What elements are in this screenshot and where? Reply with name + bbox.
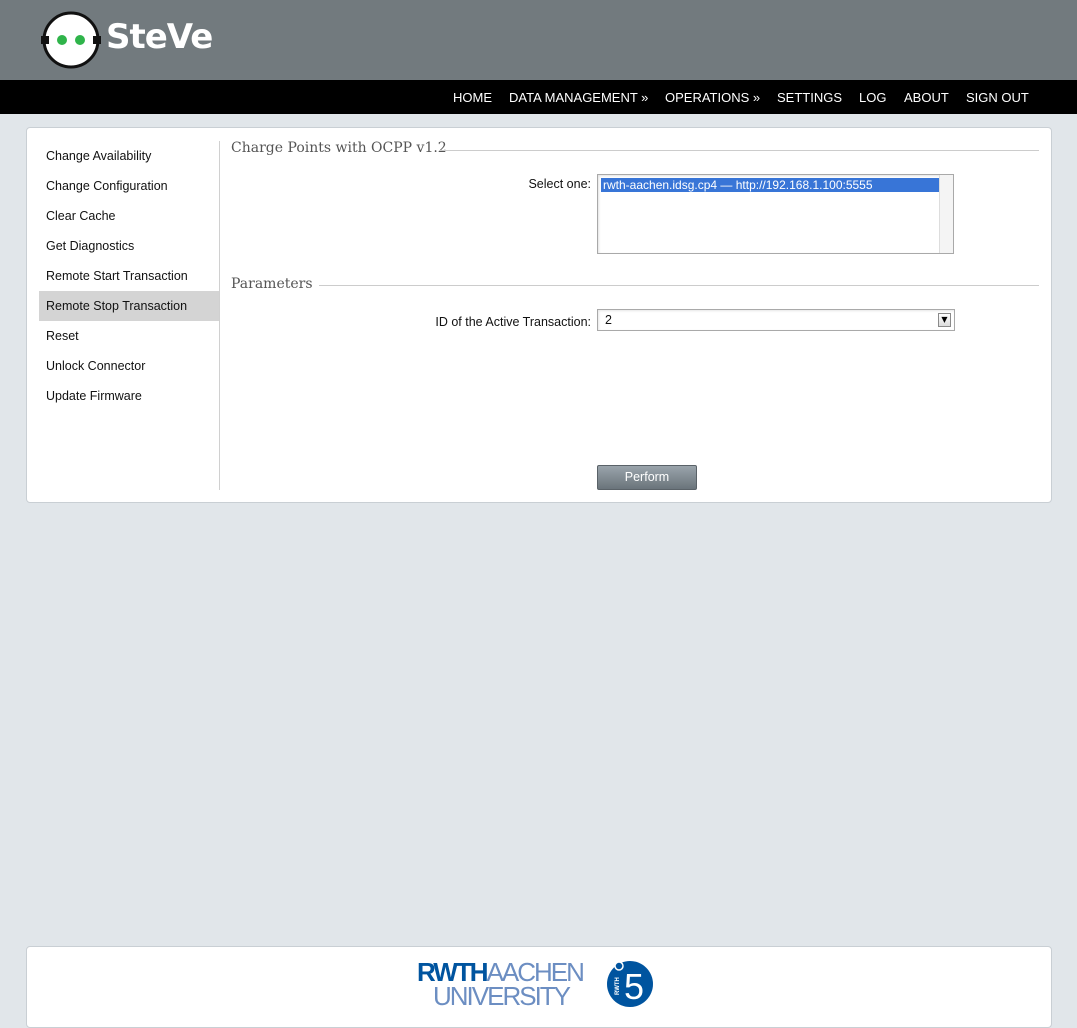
sidebar-item-change-availability[interactable]: Change Availability <box>39 141 219 171</box>
nav-log[interactable]: LOG <box>859 80 886 114</box>
header: SteVe <box>0 0 1077 80</box>
sidebar-item-get-diagnostics[interactable]: Get Diagnostics <box>39 231 219 261</box>
perform-button[interactable]: Perform <box>597 465 697 490</box>
nav-home[interactable]: HOME <box>453 80 492 114</box>
sidebar-item-remote-start-transaction[interactable]: Remote Start Transaction <box>39 261 219 291</box>
nav-about[interactable]: ABOUT <box>904 80 949 114</box>
steve-robot-logo-icon[interactable] <box>41 11 101 69</box>
charge-point-listbox[interactable]: rwth-aachen.idsg.cp4 — http://192.168.1.… <box>597 174 954 254</box>
i5-text: RWTH <box>615 977 621 995</box>
sidebar-item-unlock-connector[interactable]: Unlock Connector <box>39 351 219 381</box>
sidebar-item-update-firmware[interactable]: Update Firmware <box>39 381 219 411</box>
nav-settings[interactable]: SETTINGS <box>777 80 842 114</box>
listbox-scrollbar[interactable] <box>939 175 953 253</box>
sidebar-item-change-configuration[interactable]: Change Configuration <box>39 171 219 201</box>
main-panel: Change Availability Change Configuration… <box>26 127 1052 503</box>
section-divider <box>439 150 1039 151</box>
transaction-id-value: 2 <box>605 313 612 327</box>
nav-operations[interactable]: OPERATIONS » <box>665 80 760 114</box>
brand-name: SteVe <box>106 17 213 57</box>
nav-sign-out[interactable]: SIGN OUT <box>966 80 1029 114</box>
nav-data-management[interactable]: DATA MANAGEMENT » <box>509 80 648 114</box>
sidebar-item-clear-cache[interactable]: Clear Cache <box>39 201 219 231</box>
i5-logo-icon[interactable]: 5 RWTH <box>605 959 655 1009</box>
sidebar-item-remote-stop-transaction[interactable]: Remote Stop Transaction <box>39 291 219 321</box>
charge-points-section-title: Charge Points with OCPP v1.2 <box>231 140 447 156</box>
i5-number: 5 <box>624 966 644 1007</box>
transaction-id-label: ID of the Active Transaction: <box>435 315 591 329</box>
rwth-aachen-logo[interactable]: RWTHAACHEN UNIVERSITY <box>417 959 587 1009</box>
chevron-down-icon[interactable]: ▼ <box>938 313 951 327</box>
select-one-label: Select one: <box>528 177 591 191</box>
charge-point-option[interactable]: rwth-aachen.idsg.cp4 — http://192.168.1.… <box>601 178 941 192</box>
transaction-id-select[interactable]: 2 ▼ <box>597 309 955 331</box>
parameters-section-title: Parameters <box>231 276 313 292</box>
operations-sidebar: Change Availability Change Configuration… <box>39 141 220 490</box>
rwth-logo-line2: UNIVERSITY <box>433 981 571 1011</box>
sidebar-item-reset[interactable]: Reset <box>39 321 219 351</box>
main-navbar: HOME DATA MANAGEMENT » OPERATIONS » SETT… <box>0 80 1077 114</box>
section-divider <box>319 285 1039 286</box>
